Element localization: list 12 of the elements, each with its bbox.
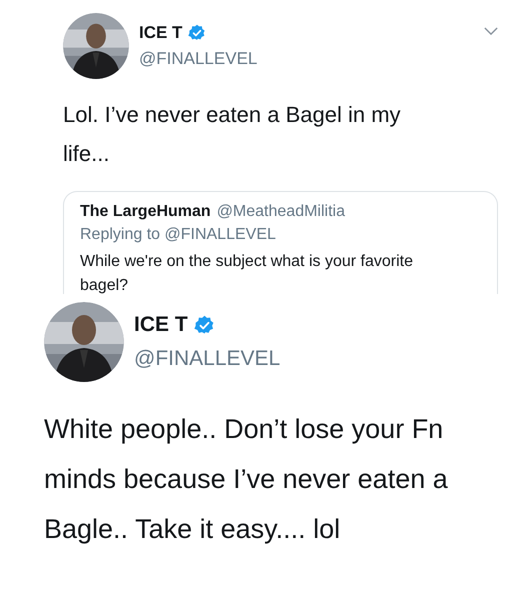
author-handle[interactable]: @FINALLEVEL <box>134 347 280 371</box>
quoted-tweet-card[interactable]: The LargeHuman @MeatheadMilitia Replying to @FINALLEVEL While we're on the subject what is your favorite bagel? <box>63 191 498 294</box>
author-handle[interactable]: @FINALLEVEL <box>139 49 258 69</box>
chevron-down-icon[interactable] <box>484 27 498 36</box>
replying-to-text: Replying to @FINALLEVEL <box>80 226 277 244</box>
quoted-tweet-text: While we're on the subject what is your favorite bagel? <box>80 252 414 296</box>
tweet-text: White people.. Don’t lose your Fn minds because I’ve never eaten a Bagle.. Take it easy.... lol <box>44 413 449 546</box>
author-name: ICE T <box>139 23 182 43</box>
tweet-text: Lol. I’ve never eaten a Bagel in my life... <box>63 101 402 168</box>
author-name: ICE T <box>134 313 188 337</box>
quoted-author-handle: @MeatheadMilitia <box>216 203 345 221</box>
quoted-author-name: The LargeHuman <box>80 203 211 221</box>
